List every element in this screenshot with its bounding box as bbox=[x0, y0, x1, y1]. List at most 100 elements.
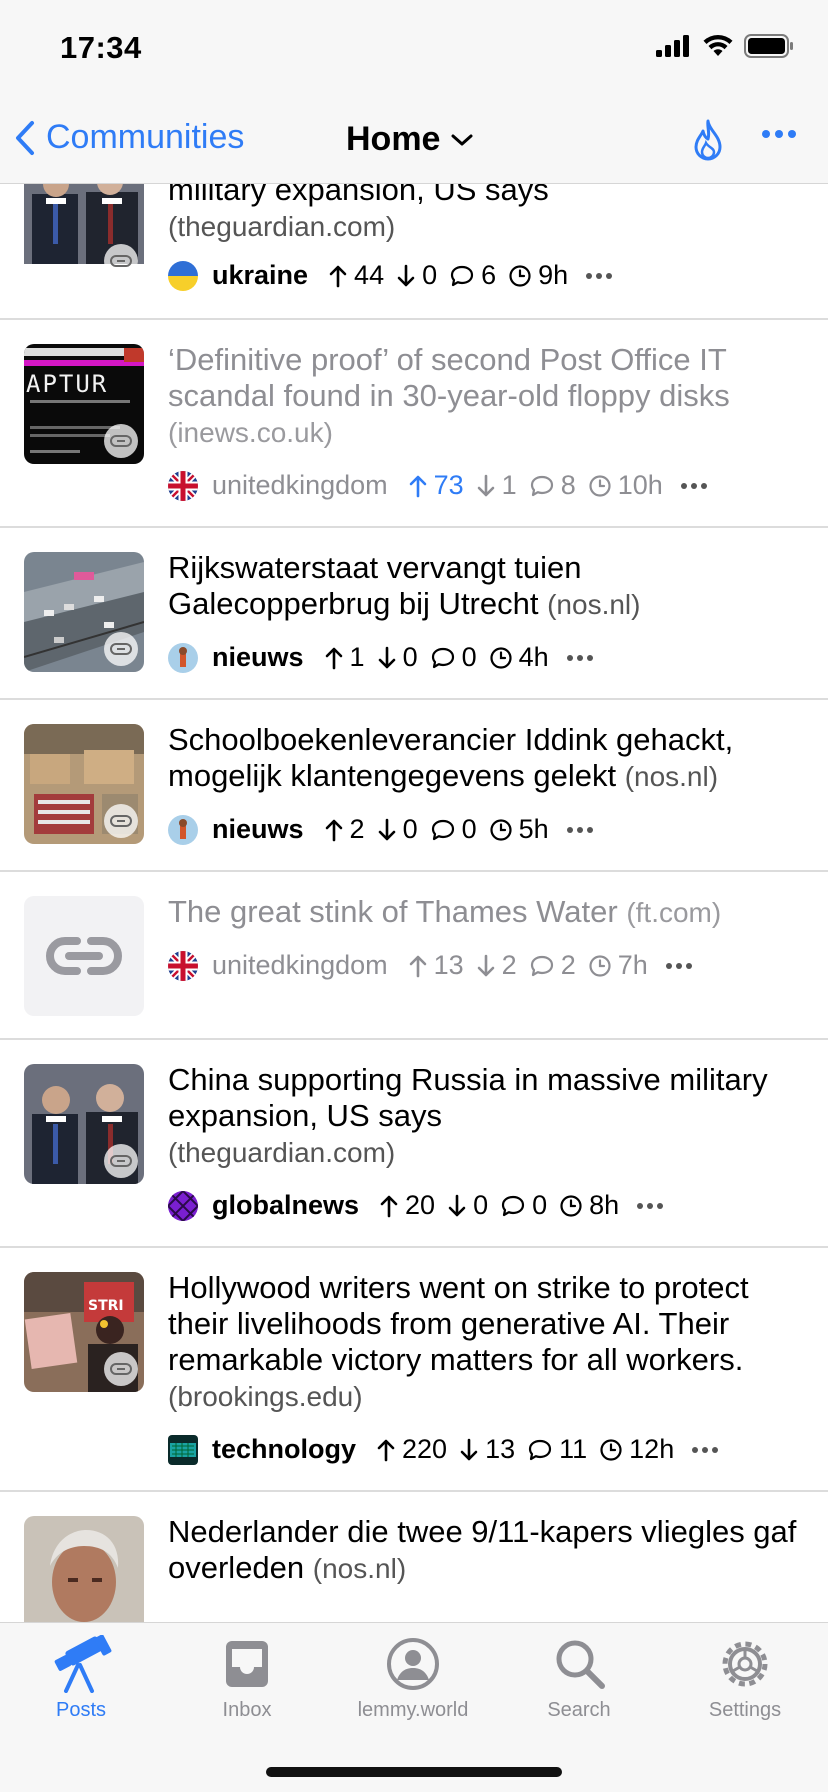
clock-icon bbox=[509, 264, 531, 287]
arrow-down-icon bbox=[477, 954, 494, 976]
community-icon-unitedkingdom[interactable] bbox=[168, 950, 198, 981]
tab-search[interactable]: Search bbox=[504, 1635, 654, 1722]
community-icon-unitedkingdom[interactable] bbox=[168, 470, 198, 501]
post-age: 9h bbox=[508, 260, 568, 291]
comment-bubble-icon bbox=[530, 475, 553, 496]
back-button[interactable]: Communities bbox=[14, 118, 244, 157]
post-thumbnail[interactable] bbox=[24, 1064, 144, 1184]
downvote-button[interactable]: 2 bbox=[476, 950, 517, 981]
comments-count[interactable]: 6 bbox=[449, 260, 496, 291]
post-item[interactable]: China supporting Russia in massive milit… bbox=[0, 1040, 828, 1248]
downvote-button[interactable]: 1 bbox=[476, 470, 517, 501]
post-domain: (ft.com) bbox=[626, 897, 722, 928]
comments-count[interactable]: 0 bbox=[500, 1190, 547, 1221]
tab-settings[interactable]: Settings bbox=[670, 1635, 820, 1722]
post-options-ellipsis-icon[interactable] bbox=[566, 826, 593, 833]
post-title[interactable]: ‘Definitive proof’ of second Post Office… bbox=[168, 342, 808, 451]
arrow-up-icon bbox=[377, 1439, 395, 1461]
post-title[interactable]: The great stink of Thames Water (ft.com) bbox=[168, 894, 808, 931]
upvote-button[interactable]: 13 bbox=[408, 950, 464, 981]
link-badge-icon bbox=[104, 244, 138, 278]
post-thumbnail[interactable] bbox=[24, 184, 144, 284]
post-options-ellipsis-icon[interactable] bbox=[665, 962, 692, 969]
post-options-ellipsis-icon[interactable] bbox=[566, 654, 593, 661]
community-name[interactable]: nieuws bbox=[212, 642, 304, 673]
tab-posts[interactable]: Posts bbox=[6, 1635, 156, 1722]
navigation-bar: Communities Home bbox=[0, 100, 828, 184]
post-title[interactable]: Nederlander die twee 9/11-kapers vliegle… bbox=[168, 1514, 808, 1587]
page-title: Home bbox=[346, 120, 441, 158]
tab-posts-label: Posts bbox=[55, 1699, 107, 1721]
post-thumbnail[interactable] bbox=[24, 1516, 144, 1622]
downvote-button[interactable]: 0 bbox=[377, 642, 418, 673]
downvote-button[interactable]: 0 bbox=[396, 260, 437, 291]
flame-icon bbox=[694, 119, 722, 161]
upvote-button[interactable]: 1 bbox=[324, 642, 365, 673]
post-thumbnail[interactable]: STRI bbox=[24, 1272, 144, 1392]
post-thumbnail[interactable] bbox=[24, 552, 144, 672]
downvote-button[interactable]: 13 bbox=[459, 1434, 515, 1465]
upvote-button[interactable]: 2 bbox=[324, 814, 365, 845]
clock-icon bbox=[490, 818, 512, 841]
post-meta: ukraine 44 0 6 9h bbox=[168, 260, 613, 291]
post-thumbnail[interactable] bbox=[24, 724, 144, 844]
comments-count[interactable]: 2 bbox=[529, 950, 576, 981]
post-thumbnail-placeholder[interactable] bbox=[24, 896, 144, 1016]
upvote-button[interactable]: 20 bbox=[379, 1190, 435, 1221]
status-icons bbox=[656, 34, 794, 58]
community-name[interactable]: nieuws bbox=[212, 814, 304, 845]
post-title[interactable]: Hollywood writers went on strike to prot… bbox=[168, 1270, 808, 1415]
community-icon-ukraine[interactable] bbox=[168, 260, 198, 291]
downvote-button[interactable]: 0 bbox=[447, 1190, 488, 1221]
community-icon-nieuws[interactable] bbox=[168, 642, 198, 673]
post-options-ellipsis-icon[interactable] bbox=[586, 272, 613, 279]
post-domain: (brookings.edu) bbox=[168, 1381, 363, 1412]
community-name[interactable]: technology bbox=[212, 1434, 356, 1465]
post-item[interactable]: Rijkswaterstaat vervangt tuien Galecoppe… bbox=[0, 528, 828, 700]
post-item[interactable]: Nederlander die twee 9/11-kapers vliegle… bbox=[0, 1492, 828, 1622]
post-feed[interactable]: military expansion, US says (theguardian… bbox=[0, 184, 828, 1622]
upvote-button[interactable]: 73 bbox=[408, 470, 464, 501]
post-item[interactable]: The great stink of Thames Water (ft.com)… bbox=[0, 872, 828, 1040]
link-badge-icon bbox=[104, 804, 138, 838]
comments-count[interactable]: 8 bbox=[529, 470, 576, 501]
tab-inbox[interactable]: Inbox bbox=[172, 1635, 322, 1722]
community-name[interactable]: unitedkingdom bbox=[212, 950, 388, 981]
post-title[interactable]: Rijkswaterstaat vervangt tuien Galecoppe… bbox=[168, 550, 808, 623]
post-age: 5h bbox=[489, 814, 549, 845]
upvote-button[interactable]: 220 bbox=[376, 1434, 447, 1465]
post-title[interactable]: China supporting Russia in massive milit… bbox=[168, 1062, 808, 1171]
upvote-button[interactable]: 44 bbox=[328, 260, 384, 291]
post-age: 10h bbox=[588, 470, 663, 501]
tab-account[interactable]: lemmy.world bbox=[338, 1635, 488, 1722]
comment-bubble-icon bbox=[530, 955, 553, 976]
post-item[interactable]: Schoolboekenleverancier Iddink gehackt, … bbox=[0, 700, 828, 872]
more-options-button[interactable] bbox=[762, 130, 796, 138]
post-title[interactable]: Schoolboekenleverancier Iddink gehackt, … bbox=[168, 722, 808, 795]
comments-count[interactable]: 11 bbox=[527, 1434, 587, 1465]
magnifying-glass-icon bbox=[556, 1640, 605, 1689]
comments-count[interactable]: 0 bbox=[430, 642, 477, 673]
arrow-up-icon bbox=[325, 819, 342, 841]
comments-count[interactable]: 0 bbox=[430, 814, 477, 845]
post-thumbnail[interactable]: APTUR bbox=[24, 344, 144, 464]
sort-button[interactable] bbox=[692, 118, 724, 167]
post-item[interactable]: STRI Hollywood writers went on strike to… bbox=[0, 1248, 828, 1492]
community-icon-nieuws[interactable] bbox=[168, 814, 198, 845]
comment-bubble-icon bbox=[431, 647, 454, 668]
downvote-button[interactable]: 0 bbox=[377, 814, 418, 845]
post-item[interactable]: APTUR ‘Definitive proof’ of second Post … bbox=[0, 320, 828, 528]
community-name[interactable]: unitedkingdom bbox=[212, 470, 388, 501]
post-title[interactable]: military expansion, US says (theguardian… bbox=[168, 184, 808, 245]
post-item[interactable]: military expansion, US says (theguardian… bbox=[0, 184, 828, 320]
post-age: 4h bbox=[489, 642, 549, 673]
community-icon-technology[interactable] bbox=[168, 1434, 198, 1465]
post-options-ellipsis-icon[interactable] bbox=[637, 1202, 664, 1209]
post-options-ellipsis-icon[interactable] bbox=[692, 1446, 719, 1453]
post-options-ellipsis-icon[interactable] bbox=[680, 482, 707, 489]
community-name[interactable]: ukraine bbox=[212, 260, 308, 291]
arrow-down-icon bbox=[460, 1438, 478, 1460]
community-name[interactable]: globalnews bbox=[212, 1190, 359, 1221]
community-icon-globalnews[interactable] bbox=[168, 1190, 198, 1221]
feed-selector[interactable]: Home bbox=[346, 120, 474, 159]
